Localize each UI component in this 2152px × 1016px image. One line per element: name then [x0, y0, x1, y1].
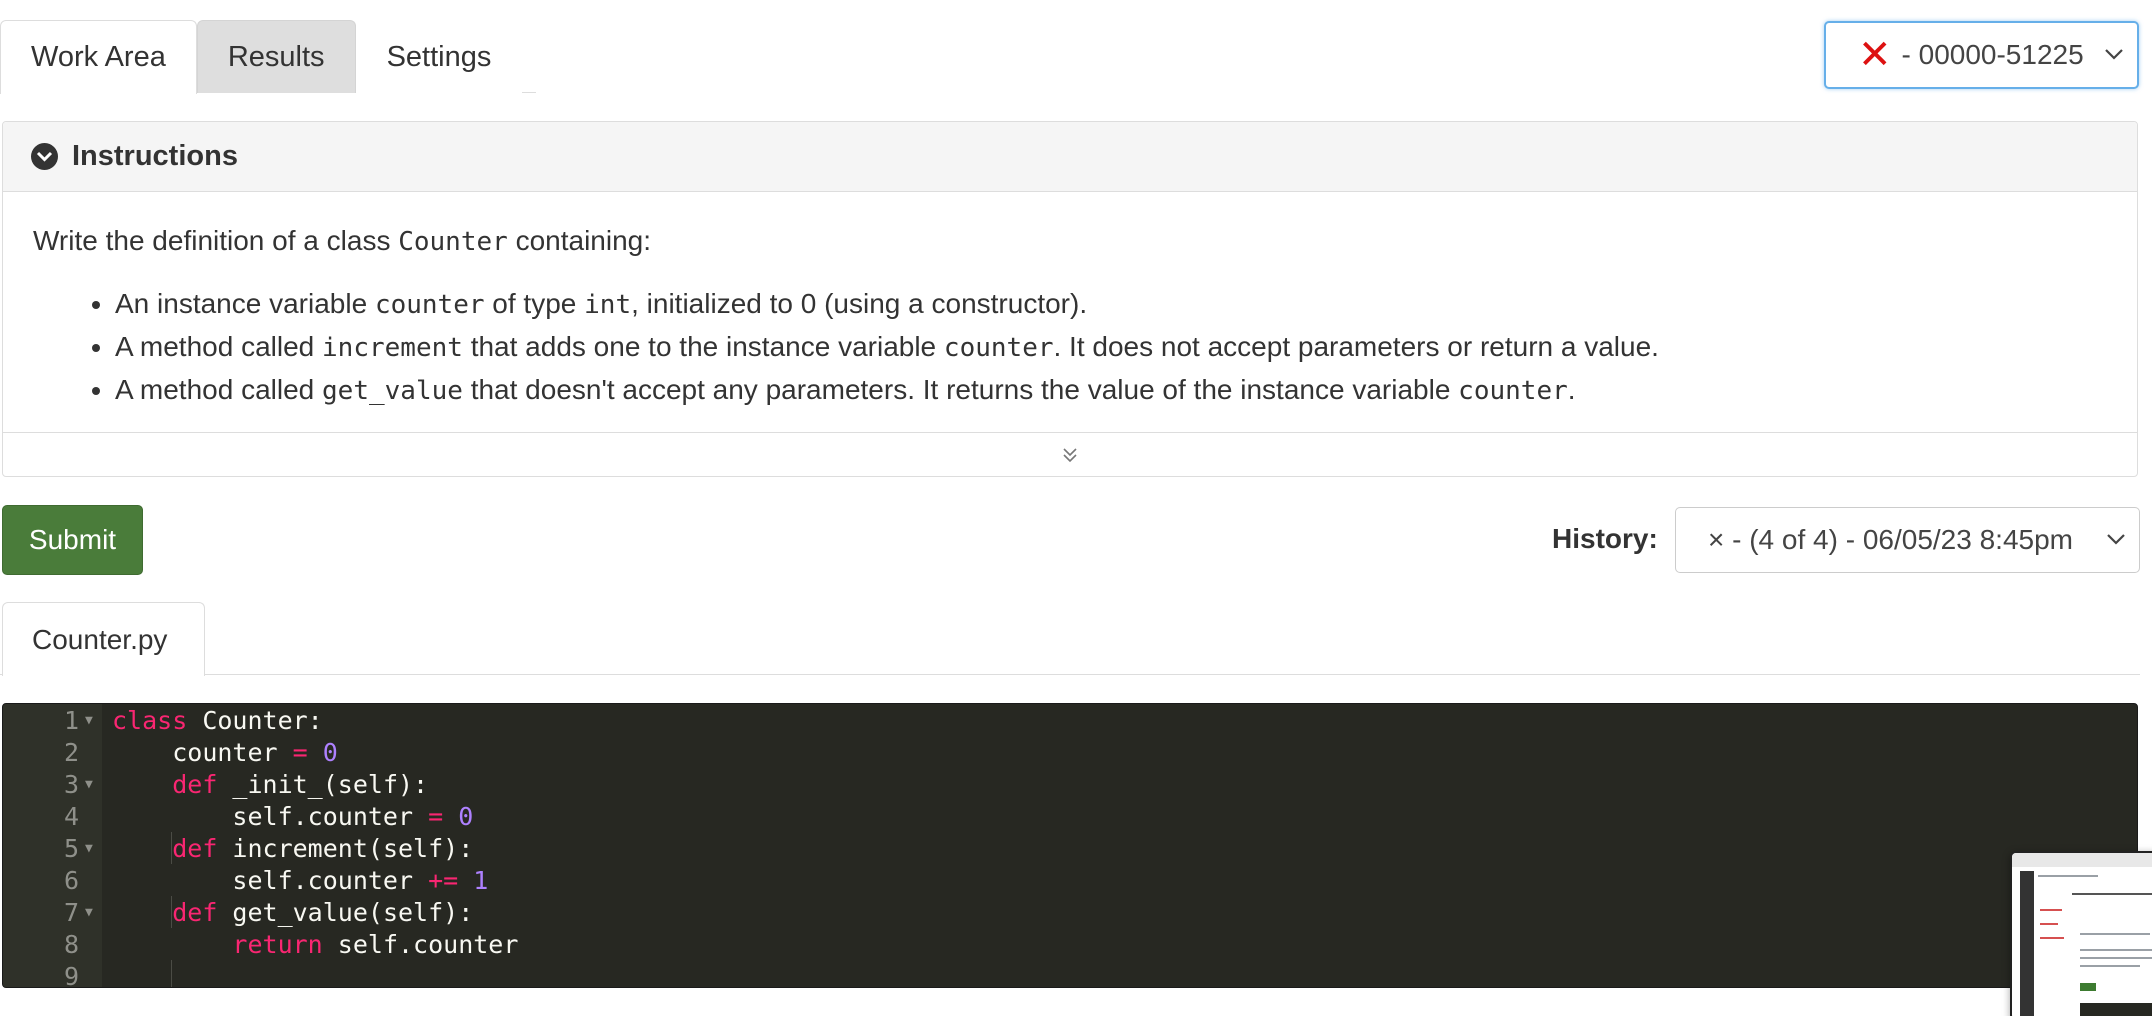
code-line[interactable]: 4 self.counter = 0 — [3, 800, 2137, 832]
instructions-header[interactable]: Instructions — [3, 122, 2137, 192]
intro-text: Write the definition of a class — [33, 225, 399, 256]
double-chevron-down-icon — [1063, 447, 1077, 462]
expand-instructions-button[interactable] — [3, 432, 2137, 476]
tab-settings[interactable]: Settings — [355, 20, 523, 93]
x-mark-icon: ✕ — [1858, 33, 1892, 77]
attempt-label: - 00000-51225 — [1901, 39, 2084, 70]
code-line[interactable]: 8 return self.counter — [3, 928, 2137, 960]
code-line[interactable]: 5 ▼ def increment(self): — [3, 832, 2137, 864]
attempt-select[interactable]: ✕ - 00000-51225 — [1824, 21, 2139, 89]
history-value: × - (4 of 4) - 06/05/23 8:45pm — [1708, 524, 2073, 555]
code-line[interactable]: 9 — [3, 960, 2137, 988]
code-line[interactable]: 6 self.counter += 1 — [3, 864, 2137, 896]
instructions-intro: Write the definition of a class Counter … — [33, 220, 2107, 263]
instructions-title: Instructions — [72, 140, 238, 172]
fold-arrow-icon: ▼ — [85, 712, 93, 728]
screenshot-thumbnail[interactable] — [2010, 851, 2152, 1016]
history-label: History: — [1552, 523, 1658, 554]
fold-arrow-icon: ▼ — [85, 904, 93, 920]
code-line[interactable]: 7 ▼ def get_value(self): — [3, 896, 2137, 928]
requirement-item: A method called get_value that doesn't a… — [115, 369, 2107, 412]
fold-arrow-icon: ▼ — [85, 840, 93, 856]
tab-work-area[interactable]: Work Area — [0, 20, 197, 94]
chevron-circle-down-icon — [31, 143, 58, 170]
requirements-list: An instance variable counter of type int… — [33, 283, 2107, 412]
instructions-panel: Instructions Write the definition of a c… — [2, 121, 2138, 477]
instructions-body: Write the definition of a class Counter … — [3, 192, 2137, 412]
code-line[interactable]: 2 counter = 0 — [3, 736, 2137, 768]
code-editor[interactable]: 1 ▼ class Counter: 2 counter = 0 3 ▼ def _… — [2, 703, 2138, 988]
intro-text-suffix: containing: — [507, 225, 652, 256]
chevron-down-icon — [2107, 534, 2125, 545]
tab-counter-py[interactable]: Counter.py — [2, 602, 205, 676]
requirement-item: A method called increment that adds one … — [115, 326, 2107, 369]
fold-arrow-icon: ▼ — [85, 776, 93, 792]
top-tab-bar: Work Area Results Settings — [0, 20, 536, 94]
history-select[interactable]: × - (4 of 4) - 06/05/23 8:45pm — [1675, 507, 2140, 573]
chevron-down-icon — [2105, 49, 2123, 60]
requirement-item: An instance variable counter of type int… — [115, 283, 2107, 326]
file-tab-bar: Counter.py — [0, 602, 2140, 676]
tab-results[interactable]: Results — [196, 20, 356, 93]
code-line[interactable]: 1 ▼ class Counter: — [3, 704, 2137, 736]
intro-code: Counter — [398, 227, 508, 257]
submit-button[interactable]: Submit — [2, 505, 143, 575]
code-line[interactable]: 3 ▼ def _init_(self): — [3, 768, 2137, 800]
